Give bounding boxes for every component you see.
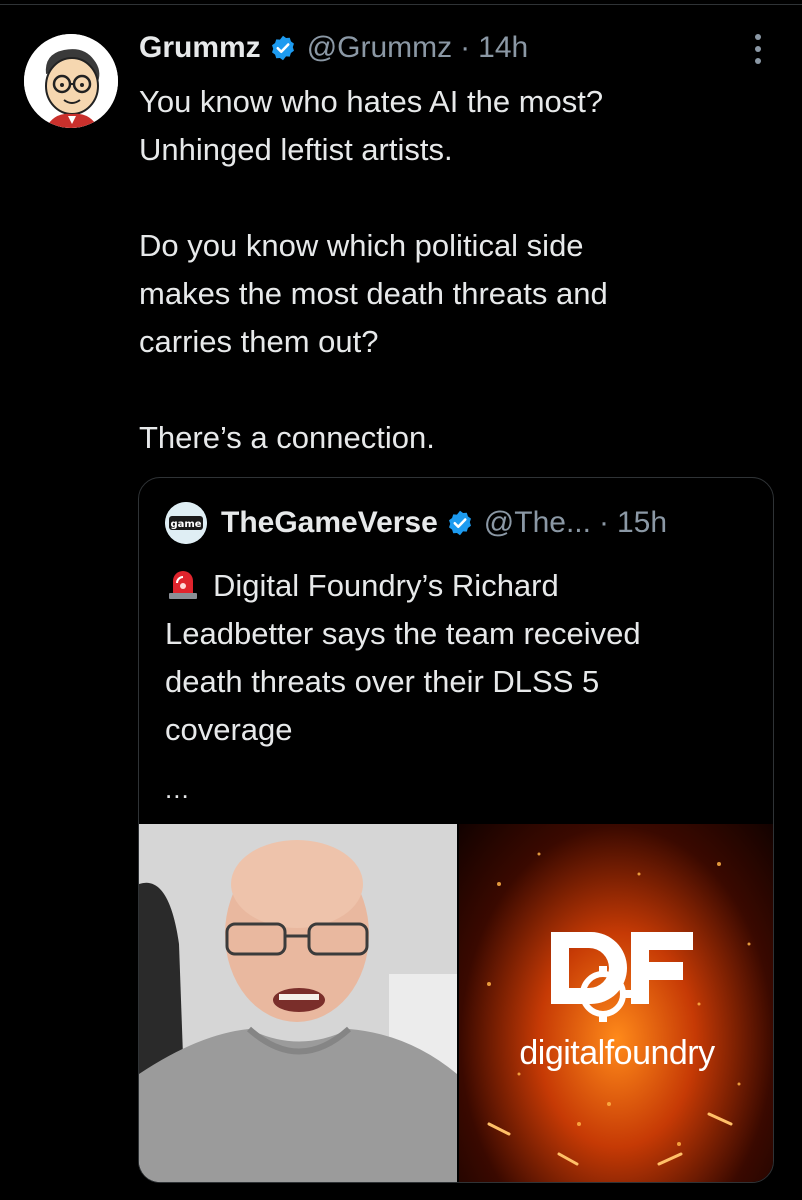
author-handle[interactable]: @Grummz [307, 31, 452, 65]
quoted-tweet-timestamp[interactable]: 15h [617, 506, 667, 540]
quoted-tweet-card[interactable]: game TheGameVerse @The... · 15h Digital … [138, 477, 774, 1183]
media-photo-person[interactable] [139, 824, 457, 1182]
quoted-line: coverage [165, 712, 293, 747]
tweet-line: makes the most death threats and [139, 276, 608, 311]
author-avatar[interactable] [24, 34, 118, 128]
quoted-author-name[interactable]: TheGameVerse [221, 506, 438, 540]
quoted-author-handle[interactable]: @The... [484, 506, 591, 540]
tweet-line: Do you know which political side [139, 228, 584, 263]
avatar-cartoon [24, 34, 118, 128]
tweet-timestamp[interactable]: 14h [478, 31, 528, 65]
media-photo-digital-foundry[interactable]: digitalfoundry [459, 824, 773, 1182]
more-options-icon[interactable] [748, 32, 768, 66]
digitalfoundry-brand-text: digitalfoundry [519, 1034, 715, 1072]
tweet-line: carries them out? [139, 324, 379, 359]
tweet-header: Grummz @Grummz · 14h [139, 26, 528, 70]
df-logo-art [487, 852, 751, 1166]
separator-dot: · [460, 31, 471, 64]
quoted-avatar-text: game [170, 519, 201, 530]
tweet-line: Unhinged leftist artists. [139, 132, 453, 167]
tweet-text: You know who hates AI the most? Unhinged… [139, 78, 779, 462]
verified-badge-icon [271, 35, 294, 61]
separator-dot: · [598, 506, 609, 539]
person-photo [139, 824, 457, 1182]
author-name[interactable]: Grummz [139, 31, 261, 65]
quoted-tweet-header: game TheGameVerse @The... · 15h [165, 500, 667, 546]
quoted-line: Leadbetter says the team received [165, 616, 641, 651]
top-divider [0, 4, 802, 5]
verified-badge-icon [448, 510, 471, 536]
quoted-text-line: Digital Foundry’s Richard [165, 562, 755, 610]
quoted-media[interactable]: digitalfoundry [139, 824, 773, 1182]
gameverse-logo: game [165, 502, 207, 544]
quoted-line: Digital Foundry’s Richard [213, 568, 559, 603]
quoted-author-avatar[interactable]: game [165, 502, 207, 544]
quoted-line: death threats over their DLSS 5 [165, 664, 600, 699]
tweet-line: There’s a connection. [139, 420, 435, 455]
quoted-ellipsis: ... [165, 774, 190, 804]
tweet-line: You know who hates AI the most? [139, 84, 604, 119]
siren-icon [169, 571, 197, 599]
quoted-tweet-text: Digital Foundry’s Richard Leadbetter say… [165, 562, 755, 754]
